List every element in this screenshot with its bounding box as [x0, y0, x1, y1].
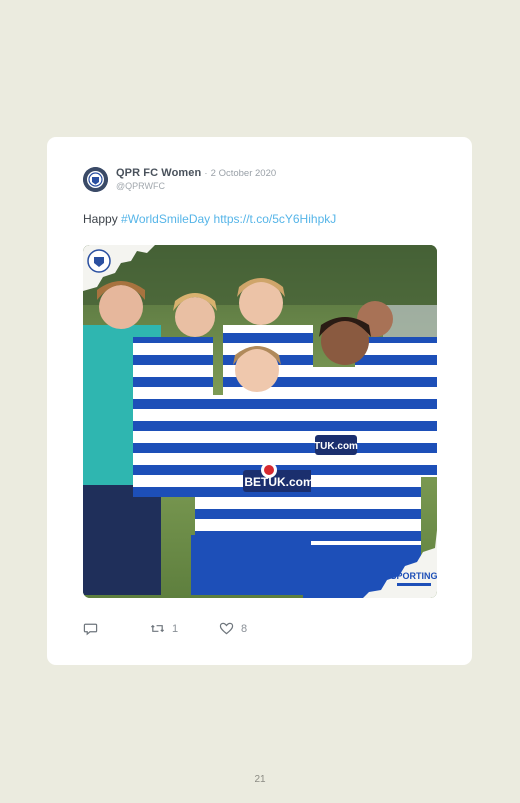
svg-text:BETUK.com: BETUK.com	[244, 475, 313, 489]
heart-icon	[219, 622, 234, 635]
retweet-button[interactable]: 1	[150, 621, 178, 636]
retweet-icon	[150, 624, 165, 633]
author-row: QPR FC Women · 2 October 2020	[116, 167, 276, 179]
display-name[interactable]: QPR FC Women	[116, 167, 201, 179]
like-button[interactable]: 8	[219, 621, 247, 636]
tweet-photo[interactable]: BETUK.com TUK.com SPORTING	[83, 245, 437, 598]
separator-dot: ·	[204, 168, 208, 179]
like-count: 8	[241, 622, 248, 635]
text-prefix: Happy	[83, 212, 122, 226]
qpr-crest-avatar[interactable]	[83, 167, 108, 192]
reply-button[interactable]	[83, 621, 98, 636]
page-number: 21	[254, 774, 266, 785]
tweet-actions: 1 8	[83, 621, 383, 639]
tweet-date[interactable]: 2 October 2020	[211, 168, 277, 179]
reply-icon	[83, 623, 98, 636]
svg-text:TUK.com: TUK.com	[314, 441, 358, 452]
tweet-card: QPR FC Women · 2 October 2020 @QPRWFC Ha…	[47, 137, 472, 665]
sponsor-logo-text: SPORTING	[390, 571, 437, 581]
hashtag-link[interactable]: #WorldSmileDay	[121, 212, 210, 226]
tweet-text: Happy #WorldSmileDay https://t.co/5cY6Hi…	[83, 212, 336, 226]
user-handle[interactable]: @QPRWFC	[116, 181, 165, 191]
retweet-count: 1	[172, 622, 179, 635]
url-link[interactable]: https://t.co/5cY6HihpkJ	[214, 212, 337, 226]
